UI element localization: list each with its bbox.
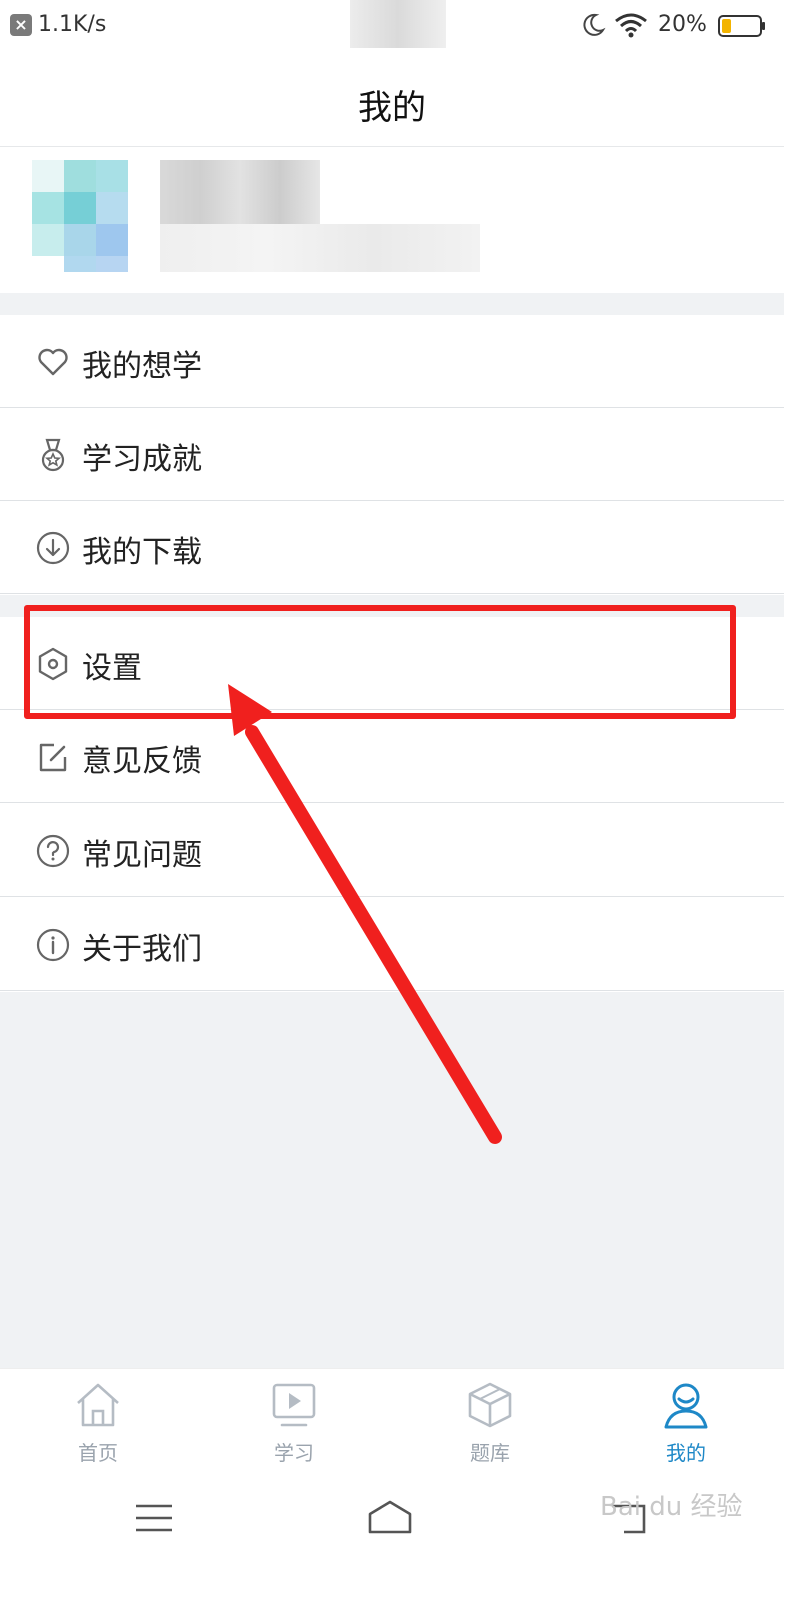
question-circle-icon bbox=[36, 834, 70, 868]
menu-item-achievements[interactable]: 学习成就 bbox=[0, 408, 784, 501]
menu-label-downloads: 我的下载 bbox=[82, 535, 202, 570]
blurred-status-area bbox=[350, 0, 446, 48]
tab-study[interactable]: 学习 bbox=[196, 1369, 392, 1469]
user-name-blurred bbox=[160, 160, 320, 224]
cube-icon bbox=[468, 1382, 512, 1428]
menu-item-downloads[interactable]: 我的下载 bbox=[0, 501, 784, 594]
edit-feedback-icon bbox=[39, 743, 67, 772]
watermark-logo: Bai du 经验 bbox=[600, 1492, 743, 1522]
info-circle-icon bbox=[36, 928, 70, 962]
red-arrow-annotation bbox=[228, 684, 502, 1144]
menu-label-about: 关于我们 bbox=[82, 932, 202, 967]
network-speed: 1.1K/s bbox=[38, 12, 107, 37]
menu-label-wishlist: 我的想学 bbox=[82, 349, 202, 384]
play-screen-icon bbox=[272, 1383, 316, 1427]
tab-home[interactable]: 首页 bbox=[0, 1369, 196, 1469]
tab-question-bank[interactable]: 题库 bbox=[392, 1369, 588, 1469]
home-nav-icon[interactable] bbox=[366, 1498, 414, 1538]
tab-mine[interactable]: 我的 bbox=[588, 1369, 784, 1469]
tab-label-home: 首页 bbox=[78, 1441, 118, 1465]
home-icon bbox=[77, 1383, 119, 1427]
menu-label-feedback: 意见反馈 bbox=[82, 744, 202, 779]
download-circle-icon bbox=[36, 531, 70, 565]
heart-icon bbox=[38, 348, 68, 376]
menu-item-wishlist[interactable]: 我的想学 bbox=[0, 315, 784, 408]
moon-icon bbox=[583, 13, 606, 36]
user-icon bbox=[664, 1383, 708, 1429]
section-divider bbox=[0, 293, 784, 315]
no-sim-icon: × bbox=[10, 14, 32, 36]
avatar[interactable] bbox=[32, 160, 128, 272]
wifi-icon bbox=[615, 13, 647, 38]
medal-icon bbox=[41, 438, 65, 472]
page-title: 我的 bbox=[358, 88, 426, 128]
battery-percent: 20% bbox=[658, 12, 707, 37]
menu-label-achievements: 学习成就 bbox=[82, 442, 202, 477]
user-info-blurred bbox=[160, 224, 480, 272]
tab-label-question-bank: 题库 bbox=[470, 1441, 510, 1465]
bottom-tab-bar: 首页 学习 题库 我的 bbox=[0, 1368, 784, 1469]
tab-label-study: 学习 bbox=[274, 1441, 314, 1465]
menu-icon[interactable] bbox=[130, 1498, 178, 1538]
tab-label-mine: 我的 bbox=[666, 1441, 706, 1465]
battery-icon bbox=[718, 15, 765, 37]
menu-label-faq: 常见问题 bbox=[82, 838, 202, 873]
